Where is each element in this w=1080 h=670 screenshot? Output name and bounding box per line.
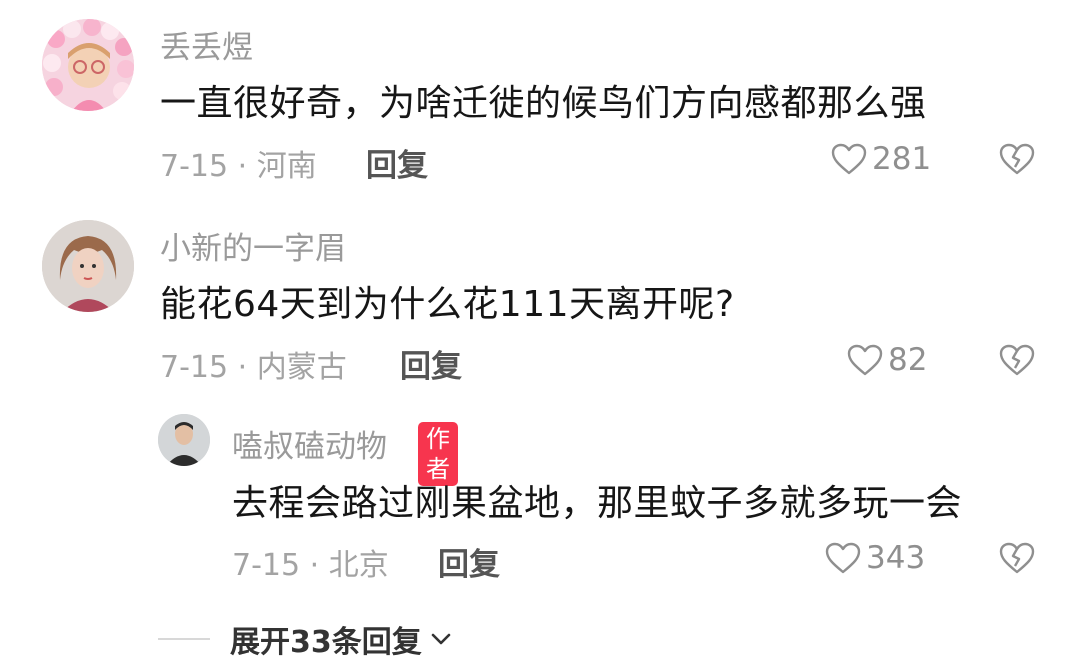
broken-heart-icon [999,344,1035,376]
expand-replies-label: 展开33条回复 [230,625,422,660]
like-button[interactable]: 343 [824,540,925,576]
comment-meta: 7-15 · 河南 [160,149,317,184]
dislike-button[interactable] [999,142,1035,180]
username[interactable]: 丢丢煜 [160,22,253,67]
like-count: 281 [872,141,932,177]
like-count: 343 [866,540,926,576]
like-button[interactable]: 82 [846,342,927,378]
comment-meta: 7-15 · 北京 [232,548,389,583]
comment-text: 去程会路过刚果盆地，那里蚊子多就多玩一会 [232,483,963,524]
like-count: 82 [888,342,928,378]
broken-heart-icon [999,542,1035,574]
username[interactable]: 小新的一字眉 [160,223,346,268]
comment-text: 一直很好奇，为啥迁徙的候鸟们方向感都那么强 [160,83,927,124]
avatar[interactable] [42,220,134,312]
heart-icon [847,344,883,376]
heart-icon [825,542,861,574]
broken-heart-icon [999,143,1035,175]
dislike-button[interactable] [999,541,1035,579]
reply-button[interactable]: 回复 [400,341,462,386]
expand-replies-button[interactable]: 展开33条回复 [158,617,454,661]
avatar[interactable] [158,414,210,466]
heart-icon [831,143,867,175]
like-button[interactable]: 281 [830,141,931,177]
reply-button[interactable]: 回复 [438,539,500,584]
avatar[interactable] [42,19,134,111]
divider-line [158,638,210,640]
username[interactable]: 嗑叔磕动物 [232,421,387,466]
chevron-down-icon [431,633,451,645]
dislike-button[interactable] [999,343,1035,381]
reply-button[interactable]: 回复 [366,140,428,185]
comment-meta: 7-15 · 内蒙古 [160,350,347,385]
comment-text: 能花64天到为什么花111天离开呢? [160,284,735,325]
